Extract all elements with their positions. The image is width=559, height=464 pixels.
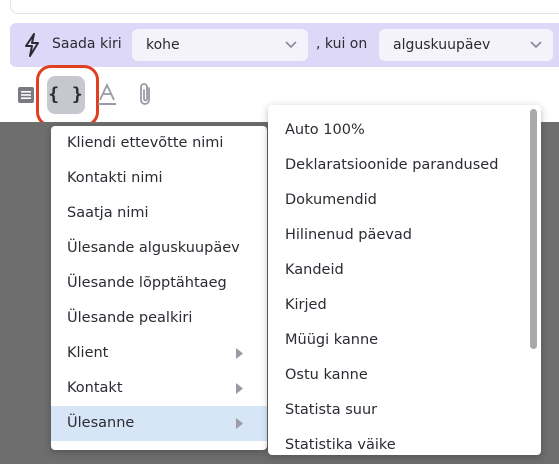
send-timing-select[interactable]: kohe xyxy=(132,29,308,61)
paperclip-icon[interactable] xyxy=(136,82,156,108)
chevron-right-icon xyxy=(236,418,243,429)
editor-panel: Saada kiri kohe , kui on alguskuupäev { … xyxy=(0,0,559,127)
submenu-item[interactable]: Statista suur xyxy=(268,393,528,428)
condition-label: , kui on xyxy=(316,36,368,52)
list-icon[interactable] xyxy=(17,86,35,104)
menu-item-label: Ülesanne xyxy=(67,415,135,431)
font-color-icon[interactable] xyxy=(96,82,118,108)
send-condition-bar: Saada kiri kohe , kui on alguskuupäev xyxy=(10,23,559,67)
submenu-item[interactable]: Hilinenud päevad xyxy=(268,218,528,253)
menu-item[interactable]: Kontakti nimi xyxy=(51,161,267,196)
menu-item-label: Klient xyxy=(67,345,109,361)
send-email-label: Saada kiri xyxy=(52,36,122,52)
submenu-scrollbar[interactable] xyxy=(530,109,537,349)
submenu-item[interactable]: Ostu kanne xyxy=(268,358,528,393)
submenu-item[interactable]: Deklaratsioonide parandused xyxy=(268,148,528,183)
submenu-item[interactable]: Kirjed xyxy=(268,288,528,323)
highlight-ring xyxy=(36,65,99,127)
menu-item[interactable]: Ülesande alguskuupäev xyxy=(51,231,267,266)
menu-item[interactable]: Ülesande lõpptähtaeg xyxy=(51,266,267,301)
menu-item-label: Kontakt xyxy=(67,380,123,396)
menu-item-label: Ülesande pealkiri xyxy=(67,310,193,326)
submenu-item[interactable]: Dokumendid xyxy=(268,183,528,218)
menu-item[interactable]: Kliendi ettevõtte nimi xyxy=(51,126,267,161)
date-field-value: alguskuupäev xyxy=(393,37,491,53)
menu-item[interactable]: Saatja nimi xyxy=(51,196,267,231)
variables-menu: Kliendi ettevõtte nimi Kontakti nimi Saatj… xyxy=(51,126,267,450)
menu-item[interactable]: Kontakt xyxy=(51,371,267,406)
chevron-down-icon xyxy=(285,41,297,49)
submenu-item[interactable]: Auto 100% xyxy=(268,113,528,148)
submenu-item[interactable]: Müügi kanne xyxy=(268,323,528,358)
menu-item-label: Kontakti nimi xyxy=(67,170,163,186)
menu-item-label: Kliendi ettevõtte nimi xyxy=(67,135,224,151)
chevron-right-icon xyxy=(236,383,243,394)
menu-item-label: Saatja nimi xyxy=(67,205,149,221)
chevron-down-icon xyxy=(530,41,542,49)
menu-item[interactable]: Ülesande pealkiri xyxy=(51,301,267,336)
submenu-item[interactable]: Kandeid xyxy=(268,253,528,288)
task-fields-submenu: Statistika väike Statista suur Ostu kanne M… xyxy=(268,105,541,455)
submenu-item[interactable]: Statistika väike xyxy=(268,428,528,455)
date-field-select[interactable]: alguskuupäev xyxy=(379,29,553,61)
lightning-bolt-icon xyxy=(25,33,39,57)
menu-item-label: Ülesande alguskuupäev xyxy=(67,240,240,256)
previous-input-field[interactable] xyxy=(10,0,559,14)
menu-item-label: Ülesande lõpptähtaeg xyxy=(67,275,227,291)
menu-item[interactable]: Klient xyxy=(51,336,267,371)
send-timing-value: kohe xyxy=(146,37,180,53)
menu-item[interactable]: Ülesanne xyxy=(51,406,267,441)
chevron-right-icon xyxy=(236,348,243,359)
